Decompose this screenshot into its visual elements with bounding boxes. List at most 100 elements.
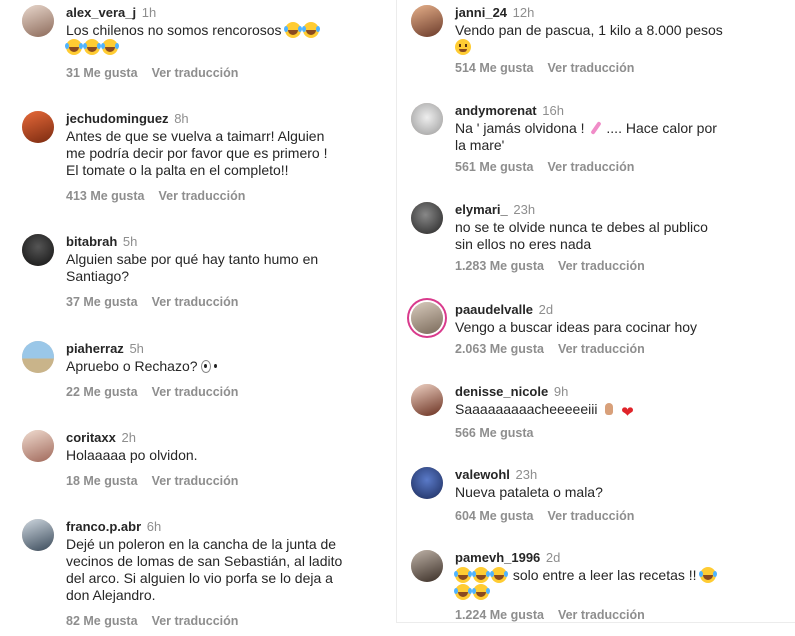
face-with-tears-of-joy-icon	[490, 567, 507, 583]
comment-item: franco.p.abr 6h Dejé un poleron en la ca…	[22, 519, 387, 634]
comment-item: elymari_ 23h no se te olvide nunca te de…	[411, 202, 781, 277]
comment-time: 16h	[542, 103, 564, 118]
like-count[interactable]: 31 Me gusta	[66, 66, 138, 80]
user-avatar[interactable]	[22, 5, 54, 37]
comment-username[interactable]: franco.p.abr	[66, 519, 141, 534]
comment-time: 2d	[545, 550, 561, 565]
translate-link[interactable]: Ver traducción	[558, 259, 645, 273]
comment-text: Na ' jamás olvidona ! .... Hace calor po…	[455, 120, 780, 154]
translate-link[interactable]: Ver traducción	[548, 160, 635, 174]
comment-text-line: vecinos de lomas de san Sebastián, al la…	[66, 553, 343, 569]
comment-username[interactable]: janni_24	[455, 5, 507, 20]
user-avatar[interactable]	[411, 384, 443, 416]
user-avatar[interactable]	[411, 467, 443, 499]
like-count[interactable]: 82 Me gusta	[66, 614, 138, 628]
comment-username[interactable]: elymari_	[455, 202, 508, 217]
like-count[interactable]: 566 Me gusta	[455, 426, 534, 440]
comment-text-line: Dejé un poleron en la cancha de la junta…	[66, 536, 337, 552]
winking-face-icon	[455, 39, 471, 55]
comment-text-line: Santiago?	[66, 268, 130, 284]
face-with-tears-of-joy-icon	[302, 22, 320, 38]
comment-text: Vendo pan de pascua, 1 kilo a 8.000 peso…	[455, 22, 780, 56]
like-count[interactable]: 604 Me gusta	[455, 509, 534, 523]
face-with-tears-of-joy-icon	[284, 22, 302, 38]
comment-username[interactable]: alex_vera_j	[66, 5, 136, 20]
translate-link[interactable]: Ver traducción	[159, 189, 246, 203]
user-avatar[interactable]	[22, 111, 54, 143]
comment-item: andymorenat 16h Na ' jamás olvidona ! ..…	[411, 103, 781, 178]
like-count[interactable]: 514 Me gusta	[455, 61, 534, 75]
comment-text: Alguien sabe por qué hay tanto humo en S…	[66, 251, 386, 285]
comment-text: Saaaaaaaaacheeeeeiii ❤	[455, 401, 780, 421]
comment-username[interactable]: pamevh_1996	[455, 550, 540, 565]
comment-text: Antes de que se vuelva a taimarr! Alguie…	[66, 128, 386, 179]
comment-text-line: Alguien sabe por qué hay tanto humo en	[66, 251, 319, 267]
comment-username[interactable]: jechudominguez	[66, 111, 169, 126]
user-avatar[interactable]	[411, 202, 443, 234]
red-heart-icon: ❤	[621, 404, 634, 421]
user-avatar-with-story[interactable]	[411, 302, 443, 334]
user-avatar[interactable]	[22, 519, 54, 551]
translate-link[interactable]: Ver traducción	[558, 608, 645, 622]
comment-item: alex_vera_j 1h Los chilenos no somos ren…	[22, 5, 382, 85]
translate-link[interactable]: Ver traducción	[558, 342, 645, 356]
comment-username[interactable]: andymorenat	[455, 103, 537, 118]
comment-time: 23h	[515, 467, 538, 482]
like-count[interactable]: 413 Me gusta	[66, 189, 145, 203]
user-avatar[interactable]	[22, 341, 54, 373]
translate-link[interactable]: Ver traducción	[152, 66, 239, 80]
comment-text-content: la mare'	[455, 137, 505, 153]
comment-item: paaudelvalle 2d Vengo a buscar ideas par…	[411, 302, 781, 362]
face-with-tears-of-joy-icon	[101, 39, 118, 55]
comment-text: Vengo a buscar ideas para cocinar hoy	[455, 319, 780, 336]
face-with-tears-of-joy-icon	[454, 567, 471, 583]
comment-username[interactable]: denisse_nicole	[455, 384, 548, 399]
comment-time: 12h	[512, 5, 535, 20]
like-count[interactable]: 37 Me gusta	[66, 295, 138, 309]
comment-text-line: del arco. Si alguien lo vio porfa se lo …	[66, 570, 333, 586]
face-with-tears-of-joy-icon	[83, 39, 100, 55]
face-with-tears-of-joy-icon	[699, 567, 717, 583]
translate-link[interactable]: Ver traducción	[152, 295, 239, 309]
user-avatar[interactable]	[22, 234, 54, 266]
comment-time: 1h	[141, 5, 157, 20]
translate-link[interactable]: Ver traducción	[152, 385, 239, 399]
comment-username[interactable]: valewohl	[455, 467, 510, 482]
like-count[interactable]: 2.063 Me gusta	[455, 342, 544, 356]
comment-item: pamevh_1996 2d solo entre a leer las rec…	[411, 550, 781, 622]
like-count[interactable]: 22 Me gusta	[66, 385, 138, 399]
comment-username[interactable]: paaudelvalle	[455, 302, 533, 317]
comment-item: denisse_nicole 9h Saaaaaaaaacheeeeeiii ❤…	[411, 384, 781, 444]
comment-username[interactable]: bitabrah	[66, 234, 117, 249]
comment-text-content: Vengo a buscar ideas para cocinar hoy	[455, 319, 698, 335]
user-avatar[interactable]	[411, 103, 443, 135]
like-count[interactable]: 561 Me gusta	[455, 160, 534, 174]
comment-item: bitabrah 5h Alguien sabe por qué hay tan…	[22, 234, 382, 314]
translate-link[interactable]: Ver traducción	[548, 61, 635, 75]
comment-username[interactable]: piaherraz	[66, 341, 124, 356]
user-avatar[interactable]	[411, 550, 443, 582]
comment-item: coritaxx 2h Holaaaaa po olvidon. 18 Me g…	[22, 430, 382, 490]
like-count[interactable]: 1.224 Me gusta	[455, 608, 544, 622]
like-count[interactable]: 1.283 Me gusta	[455, 259, 544, 273]
comment-text-line: no se te olvide nunca te debes al public…	[455, 219, 708, 235]
user-avatar[interactable]	[22, 430, 54, 462]
like-count[interactable]: 18 Me gusta	[66, 474, 138, 488]
comment-text-line: El tomate o la palta en el completo!!	[66, 162, 289, 178]
translate-link[interactable]: Ver traducción	[152, 474, 239, 488]
user-avatar[interactable]	[411, 5, 443, 37]
comment-item: valewohl 23h Nueva pataleta o mala? 604 …	[411, 467, 781, 527]
comment-text-line: don Alejandro.	[66, 587, 156, 603]
comment-time: 23h	[513, 202, 536, 217]
eyes-icon	[201, 358, 221, 374]
comment-text-line: sin ellos no eres nada	[455, 236, 592, 252]
translate-link[interactable]: Ver traducción	[548, 509, 635, 523]
comment-text-content: Nueva pataleta o mala?	[455, 484, 603, 500]
comment-text-content: .... Hace calor por	[606, 120, 717, 136]
translate-link[interactable]: Ver traducción	[152, 614, 239, 628]
comment-username[interactable]: coritaxx	[66, 430, 116, 445]
comment-text-content: Holaaaaa po olvidon.	[66, 447, 198, 463]
comment-time: 2d	[538, 302, 554, 317]
comment-time: 5h	[129, 341, 144, 356]
comment-time: 5h	[122, 234, 138, 249]
